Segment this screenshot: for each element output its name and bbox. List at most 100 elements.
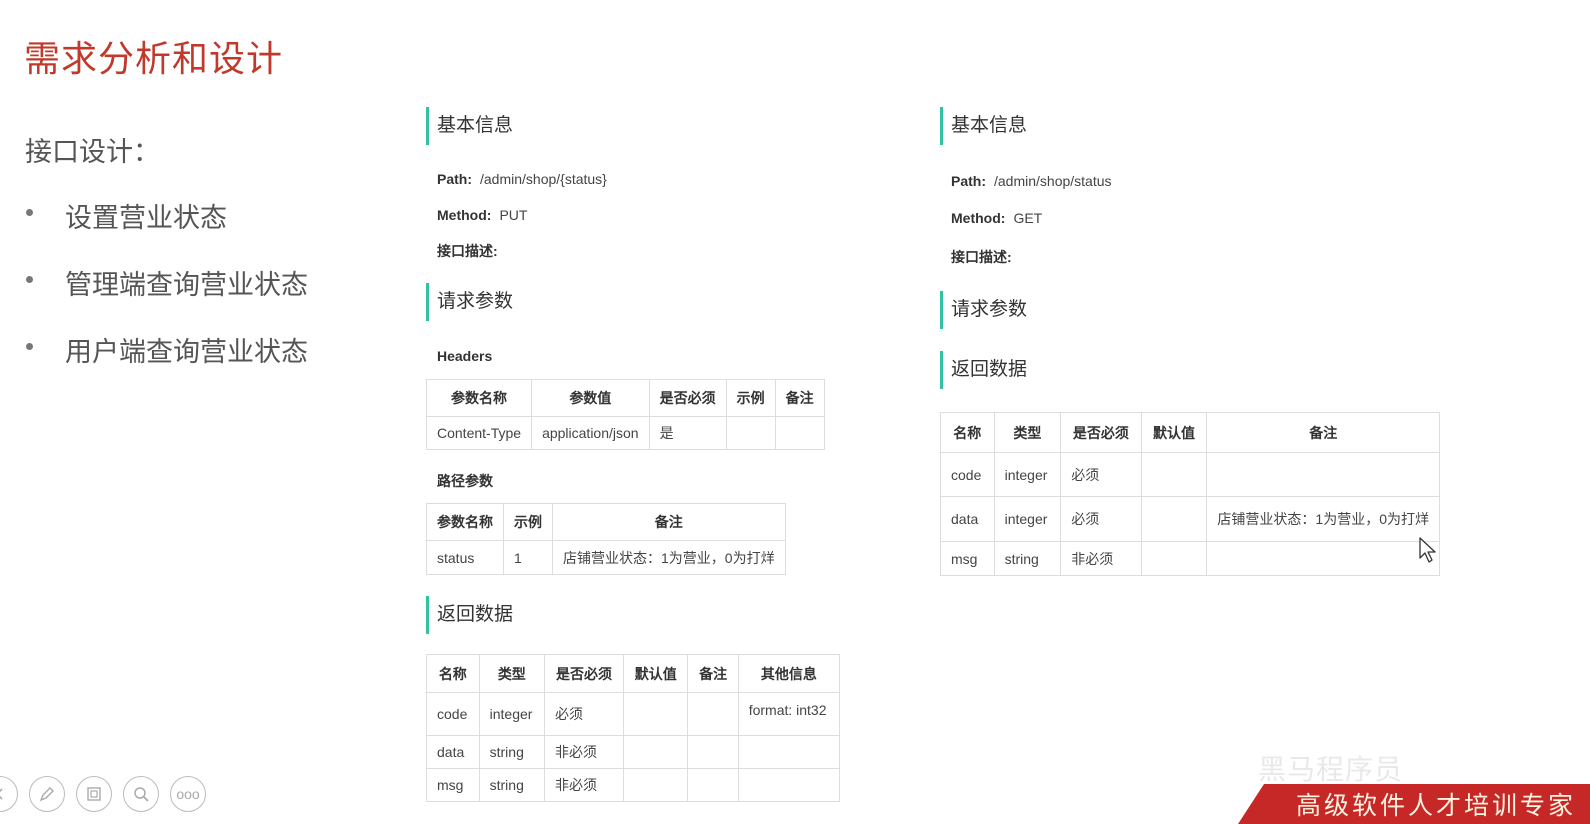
feature-label: 用户端查询营业状态 <box>65 337 308 367</box>
table-row: status 1 店铺营业状态：1为营业，0为打烊 <box>426 540 786 575</box>
column-header: 类型 <box>478 654 546 693</box>
table-cell: data <box>940 496 995 542</box>
feature-label: 设置营业状态 <box>65 203 227 233</box>
column-header: 类型 <box>993 412 1062 453</box>
slides-icon[interactable] <box>76 776 112 812</box>
table-row: code integer 必须 <box>940 452 1440 497</box>
table-row: Content-Type application/json 是 <box>425 416 825 450</box>
column-header: 是否必须 <box>544 654 624 693</box>
table-cell: code <box>426 692 480 736</box>
put-response-title: 返回数据 <box>426 596 513 634</box>
pen-icon[interactable] <box>29 776 65 812</box>
get-response-title: 返回数据 <box>940 351 1027 389</box>
get-desc-label: 接口描述: <box>951 249 1012 265</box>
headers-label: Headers <box>437 348 493 364</box>
table-cell: 非必须 <box>1060 541 1142 576</box>
bullet-dot-icon <box>26 276 33 283</box>
column-header: 参数名称 <box>425 379 533 417</box>
table-cell <box>1140 496 1208 542</box>
column-header: 备注 <box>774 379 825 417</box>
column-header: 备注 <box>687 654 739 693</box>
put-path-value: /admin/shop/{status} <box>480 171 607 187</box>
table-cell: integer <box>993 496 1062 542</box>
table-cell: 非必须 <box>544 735 624 769</box>
table-header-row: 参数名称 参数值 是否必须 示例 备注 <box>425 379 825 417</box>
table-cell: msg <box>426 768 480 802</box>
get-request-params-title: 请求参数 <box>940 291 1027 329</box>
table-cell: 店铺营业状态：1为营业，0为打烊 <box>1206 496 1440 542</box>
table-cell: 店铺营业状态：1为营业，0为打烊 <box>552 540 786 575</box>
get-path-label: Path: <box>951 173 986 189</box>
brand-banner: 高级软件人才培训专家 <box>1238 784 1590 824</box>
table-cell <box>687 735 739 769</box>
column-header: 备注 <box>552 503 786 541</box>
put-method: Method: PUT <box>437 207 527 223</box>
table-cell: status <box>426 540 504 575</box>
feature-item: 设置营业状态 <box>25 196 308 263</box>
table-cell <box>687 692 739 736</box>
table-cell <box>1206 452 1440 497</box>
get-path: Path: /admin/shop/status <box>951 173 1112 189</box>
interface-design-heading: 接口设计： <box>25 137 160 167</box>
table-cell: msg <box>940 541 995 576</box>
get-desc: 接口描述: <box>951 247 1020 267</box>
get-path-value: /admin/shop/status <box>994 173 1112 189</box>
put-response-table: 名称 类型 是否必须 默认值 备注 其他信息 code integer 必须 f… <box>426 654 841 802</box>
column-header: 示例 <box>725 379 776 417</box>
table-cell: Content-Type <box>425 416 533 450</box>
table-header-row: 名称 类型 是否必须 默认值 备注 其他信息 <box>426 654 841 693</box>
table-cell: integer <box>478 692 546 736</box>
table-cell: 必须 <box>544 692 624 736</box>
more-icon[interactable]: ooo <box>170 776 206 812</box>
table-cell: 1 <box>503 540 553 575</box>
column-header: 示例 <box>503 503 553 541</box>
table-cell: 必须 <box>1060 496 1142 542</box>
feature-list: 设置营业状态 管理端查询营业状态 用户端查询营业状态 <box>25 196 308 397</box>
column-header: 默认值 <box>1140 412 1208 453</box>
column-header: 默认值 <box>622 654 689 693</box>
table-cell: format: int32 <box>737 692 841 736</box>
table-cell: data <box>426 735 480 769</box>
feature-label: 管理端查询营业状态 <box>65 270 308 300</box>
slide-title: 需求分析和设计 <box>24 38 284 79</box>
column-header: 是否必须 <box>1060 412 1142 453</box>
zoom-icon[interactable] <box>123 776 159 812</box>
get-method: Method: GET <box>951 210 1042 226</box>
table-cell <box>1140 452 1208 497</box>
table-cell <box>622 735 689 769</box>
path-params-label: 路径参数 <box>437 473 493 489</box>
watermark-logo: 黑马程序员 <box>1258 754 1404 785</box>
table-cell <box>737 768 841 802</box>
table-cell <box>1206 541 1440 576</box>
put-path-label: Path: <box>437 171 472 187</box>
table-cell <box>622 692 689 736</box>
table-row: code integer 必须 format: int32 <box>426 692 841 736</box>
table-row: data string 非必须 <box>426 735 841 769</box>
column-header: 备注 <box>1206 412 1440 453</box>
put-method-value: PUT <box>499 207 528 223</box>
prev-icon[interactable] <box>0 776 18 812</box>
bullet-dot-icon <box>26 343 33 350</box>
mouse-cursor-icon <box>1419 537 1436 563</box>
table-cell <box>725 416 776 450</box>
feature-item: 管理端查询营业状态 <box>25 263 308 330</box>
column-header: 是否必须 <box>648 379 727 417</box>
column-header: 名称 <box>426 654 480 693</box>
table-header-row: 名称 类型 是否必须 默认值 备注 <box>940 412 1440 453</box>
table-cell <box>687 768 739 802</box>
table-cell <box>622 768 689 802</box>
table-cell: 非必须 <box>544 768 624 802</box>
table-cell: 必须 <box>1060 452 1142 497</box>
feature-item: 用户端查询营业状态 <box>25 330 308 397</box>
table-cell: application/json <box>531 416 650 450</box>
get-method-value: GET <box>1013 210 1043 226</box>
table-cell: 是 <box>648 416 727 450</box>
headers-table: 参数名称 参数值 是否必须 示例 备注 Content-Type applica… <box>425 379 825 450</box>
table-row: msg string 非必须 <box>426 768 841 802</box>
put-desc-label: 接口描述: <box>437 243 498 259</box>
column-header: 名称 <box>940 412 995 453</box>
table-row: msg string 非必须 <box>940 541 1440 576</box>
put-path: Path: /admin/shop/{status} <box>437 171 607 187</box>
column-header: 其他信息 <box>737 654 841 693</box>
get-method-label: Method: <box>951 210 1006 226</box>
